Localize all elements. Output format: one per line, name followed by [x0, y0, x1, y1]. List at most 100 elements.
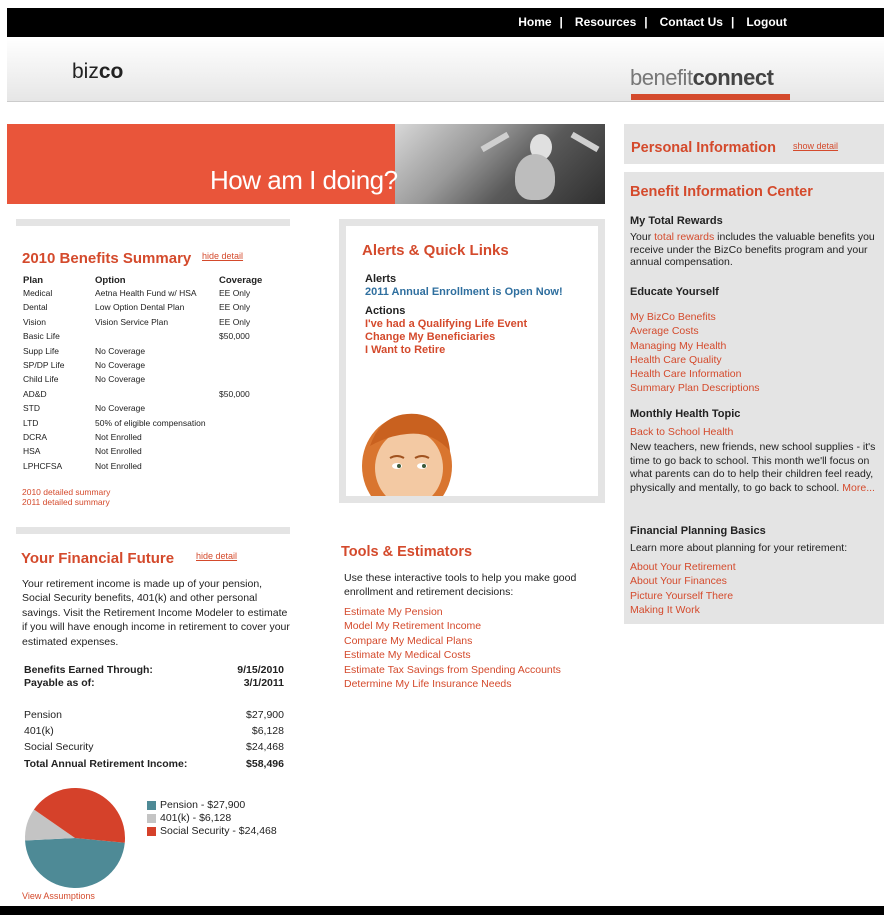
action-retire-link[interactable]: I Want to Retire: [365, 344, 527, 357]
hero-banner: How am I doing?: [7, 124, 605, 204]
plan-cell: HSA: [23, 446, 41, 457]
summary-hide-detail-link[interactable]: hide detail: [202, 251, 243, 261]
hero-headline: How am I doing?: [210, 165, 398, 195]
income-label: 401(k): [24, 725, 54, 738]
company-logo-prefix: biz: [72, 60, 99, 83]
tools-title: Tools & Estimators: [341, 544, 473, 560]
earned-label: Benefits Earned Through:: [24, 664, 153, 676]
nav-contact-link[interactable]: Contact Us: [660, 15, 723, 29]
earned-row: Benefits Earned Through: 9/15/2010: [24, 664, 284, 677]
col-option: Option: [95, 275, 126, 286]
my-bizco-benefits-link[interactable]: My BizCo Benefits: [630, 310, 760, 324]
benefitconnect-logo[interactable]: benefitconnect: [630, 65, 774, 91]
alerts-heading: Alerts: [365, 273, 397, 285]
income-row: Pension $27,900: [24, 707, 284, 723]
table-body: Medical Aetna Health Fund w/ HSA EE Only De…: [23, 286, 279, 473]
company-logo[interactable]: bizco: [72, 60, 123, 84]
legend-swatch-social-security: [147, 827, 156, 836]
photo-arm-left: [480, 131, 510, 153]
summary-plan-descriptions-link[interactable]: Summary Plan Descriptions: [630, 381, 760, 395]
educate-heading: Educate Yourself: [630, 286, 719, 298]
alerts-title: Alerts & Quick Links: [362, 242, 509, 259]
option-cell: Low Option Dental Plan: [95, 302, 185, 313]
plan-cell: Child Life: [23, 374, 59, 385]
enrollment-alert-link[interactable]: 2011 Annual Enrollment is Open Now!: [365, 286, 563, 298]
income-total-label: Total Annual Retirement Income:: [24, 757, 188, 770]
coverage-cell: [219, 344, 279, 358]
nav-separator: |: [730, 15, 735, 29]
hero-family-photo: [395, 124, 605, 204]
option-cell: [95, 387, 219, 401]
compare-medical-plans-link[interactable]: Compare My Medical Plans: [344, 634, 561, 648]
picture-yourself-link[interactable]: Picture Yourself There: [630, 589, 736, 603]
health-care-information-link[interactable]: Health Care Information: [630, 367, 760, 381]
coverage-cell: $50,000: [219, 331, 250, 342]
income-total-value: $58,496: [246, 757, 284, 770]
legend-item: Pension - $27,900: [147, 799, 277, 812]
company-logo-suffix: co: [98, 60, 124, 83]
personal-info-title: Personal Information: [631, 140, 777, 156]
payable-label: Payable as of:: [24, 677, 95, 689]
payable-row: Payable as of: 3/1/2011: [24, 677, 284, 690]
life-insurance-needs-link[interactable]: Determine My Life Insurance Needs: [344, 677, 561, 691]
nav-resources-link[interactable]: Resources: [575, 15, 636, 29]
managing-health-link[interactable]: Managing My Health: [630, 339, 760, 353]
action-qualifying-event-link[interactable]: I've had a Qualifying Life Event: [365, 318, 527, 331]
planning-links: About Your Retirement About Your Finance…: [630, 560, 736, 617]
plan-cell: Dental: [23, 302, 48, 313]
summary-2010-link[interactable]: 2010 detailed summary: [22, 487, 110, 497]
health-care-quality-link[interactable]: Health Care Quality: [630, 353, 760, 367]
plan-cell: DCRA: [23, 432, 48, 443]
estimate-pension-link[interactable]: Estimate My Pension: [344, 605, 561, 619]
coverage-cell: [219, 416, 279, 430]
benefits-summary-table: Plan Option Coverage Medical Aetna Health…: [23, 275, 279, 473]
about-finances-link[interactable]: About Your Finances: [630, 574, 736, 588]
table-header: Plan Option Coverage: [23, 275, 279, 286]
option-cell: Not Enrolled: [95, 432, 142, 443]
average-costs-link[interactable]: Average Costs: [630, 324, 760, 338]
total-rewards-link[interactable]: total rewards: [654, 231, 714, 243]
benefits-summary-title: 2010 Benefits Summary: [22, 250, 192, 267]
table-row: Basic Life $50,000: [23, 329, 279, 343]
coverage-cell: $50,000: [219, 388, 250, 399]
making-it-work-link[interactable]: Making It Work: [630, 603, 736, 617]
photo-arm-right: [570, 131, 600, 153]
nav-home-link[interactable]: Home: [518, 15, 551, 29]
action-change-beneficiaries-link[interactable]: Change My Beneficiaries: [365, 331, 527, 344]
planning-text: Learn more about planning for your retir…: [630, 542, 848, 554]
health-more-link[interactable]: More...: [842, 482, 875, 494]
pie-slice-pension: [25, 838, 125, 889]
tools-intro-text: Use these interactive tools to help you …: [344, 572, 577, 598]
estimate-tax-savings-link[interactable]: Estimate Tax Savings from Spending Accou…: [344, 663, 561, 677]
nav-logout-link[interactable]: Logout: [746, 15, 787, 29]
brand-light: benefit: [630, 65, 693, 90]
option-cell: No Coverage: [95, 360, 146, 371]
income-total-row: Total Annual Retirement Income: $58,496: [24, 756, 284, 772]
photo-father-head: [515, 154, 555, 200]
option-cell: 50% of eligible compensation: [95, 417, 206, 428]
tools-links: Estimate My Pension Model My Retirement …: [344, 605, 561, 691]
section-divider: [16, 219, 290, 226]
view-assumptions-link[interactable]: View Assumptions: [22, 891, 95, 901]
financial-hide-detail-link[interactable]: hide detail: [196, 551, 237, 561]
legend-item: 401(k) - $6,128: [147, 812, 277, 825]
plan-cell: LPHCFSA: [23, 460, 63, 471]
section-divider: [16, 527, 290, 534]
estimate-medical-costs-link[interactable]: Estimate My Medical Costs: [344, 648, 561, 662]
personal-info-panel: Personal Information show detail: [624, 124, 884, 164]
legend-label: 401(k) - $6,128: [160, 812, 232, 824]
back-to-school-link[interactable]: Back to School Health: [630, 426, 733, 438]
table-row: HSA Not Enrolled: [23, 444, 279, 458]
plan-cell: Medical: [23, 288, 53, 298]
pie-legend: Pension - $27,900 401(k) - $6,128 Social…: [147, 799, 277, 838]
model-retirement-income-link[interactable]: Model My Retirement Income: [344, 619, 561, 633]
personal-show-detail-link[interactable]: show detail: [793, 141, 838, 151]
plan-cell: AD&D: [23, 388, 47, 399]
legend-swatch-pension: [147, 801, 156, 810]
summary-2011-link[interactable]: 2011 detailed summary: [22, 497, 110, 507]
nav-separator: |: [559, 15, 563, 29]
table-row: AD&D $50,000: [23, 387, 279, 401]
about-retirement-link[interactable]: About Your Retirement: [630, 560, 736, 574]
legend-swatch-401k: [147, 814, 156, 823]
coverage-cell: [219, 444, 279, 458]
